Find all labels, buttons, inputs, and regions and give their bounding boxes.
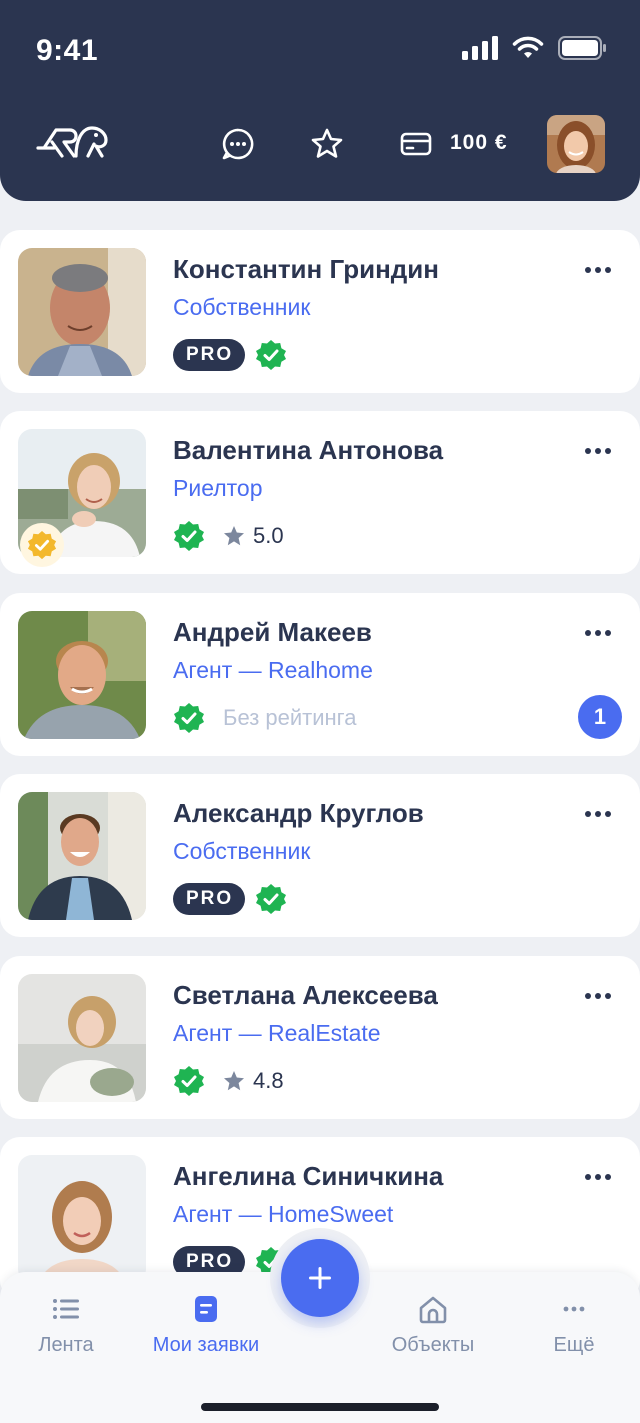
contact-name: Светлана Алексеева [173,980,438,1010]
wallet-icon[interactable] [398,126,434,162]
rating-star-icon [224,1071,244,1091]
unread-count-badge: 1 [578,695,622,739]
verified-icon [256,340,287,370]
rating-value: 4.8 [253,1068,284,1093]
contact-meta: 5.0 [173,519,284,553]
tab-objects[interactable]: Объекты [363,1294,503,1357]
contact-meta: Без рейтинга [173,701,356,735]
contact-meta: PRO [173,338,287,372]
status-time: 9:41 [36,34,99,67]
verified-icon [174,703,204,733]
rating-star-icon [224,526,244,546]
gold-status-badge [20,523,64,567]
avatar [18,974,146,1102]
home-indicator [201,1403,439,1411]
verified-icon [174,1066,204,1096]
contact-meta: PRO [173,882,287,916]
more-options-icon[interactable] [584,1167,612,1187]
more-options-icon[interactable] [584,441,612,461]
status-icons [462,36,606,60]
chat-icon[interactable] [220,126,256,162]
avatar [18,248,146,376]
more-options-icon[interactable] [584,804,612,824]
avatar [18,611,146,739]
contact-name: Андрей Макеев [173,617,372,647]
tab-my-requests[interactable]: Мои заявки [136,1294,276,1357]
contact-name: Константин Гриндин [173,254,439,284]
contact-name: Ангелина Синичкина [173,1161,444,1191]
wifi-icon [512,36,544,58]
contact-role: Собственник [173,294,311,320]
more-options-icon[interactable] [584,623,612,643]
plus-icon [309,1267,331,1289]
more-options-icon[interactable] [584,260,612,280]
contact-card[interactable]: Андрей Макеев Агент — Realhome Без рейти… [0,593,640,756]
contact-card[interactable]: Александр Круглов Собственник PRO [0,774,640,937]
logo-icon[interactable] [36,120,112,166]
contact-card[interactable]: Светлана Алексеева Агент — RealEstate 4.… [0,956,640,1119]
contact-role: Собственник [173,838,311,864]
pro-badge: PRO [173,883,246,915]
app-header: 9:41 100 € [0,0,640,201]
contact-meta: 4.8 [173,1064,284,1098]
avatar [18,792,146,920]
contact-card[interactable]: Константин Гриндин Собственник PRO [0,230,640,393]
profile-avatar[interactable] [547,115,605,173]
document-icon [195,1296,217,1322]
contact-name: Александр Круглов [173,798,424,828]
more-icon [563,1306,585,1312]
battery-icon [558,36,606,60]
pro-badge: PRO [173,339,246,371]
tab-label: Лента [38,1334,94,1356]
tab-feed[interactable]: Лента [0,1294,136,1357]
tab-label: Объекты [391,1334,475,1356]
signal-icon [462,36,498,60]
contact-role: Агент — HomeSweet [173,1201,394,1227]
tab-label: Мои заявки [152,1334,260,1356]
gold-verified-icon [27,530,57,560]
verified-icon [174,521,204,551]
star-icon[interactable] [309,126,345,162]
verified-icon [256,884,287,914]
avatar [18,1155,146,1283]
more-options-icon[interactable] [584,986,612,1006]
top-toolbar: 100 € [0,112,640,176]
list-icon [53,1299,79,1319]
no-rating-text: Без рейтинга [223,705,357,730]
tab-label: Ещё [553,1334,595,1356]
rating-value: 5.0 [253,523,284,548]
tab-more[interactable]: Ещё [504,1294,640,1357]
contact-role: Агент — Realhome [173,657,373,683]
contact-role: Риелтор [173,475,263,501]
balance-amount[interactable]: 100 € [450,131,508,155]
contact-name: Валентина Антонова [173,435,444,465]
home-icon [419,1296,447,1324]
contact-card[interactable]: Валентина Антонова Риелтор 5.0 [0,411,640,574]
contact-role: Агент — RealEstate [173,1020,381,1046]
add-button[interactable] [281,1239,359,1317]
